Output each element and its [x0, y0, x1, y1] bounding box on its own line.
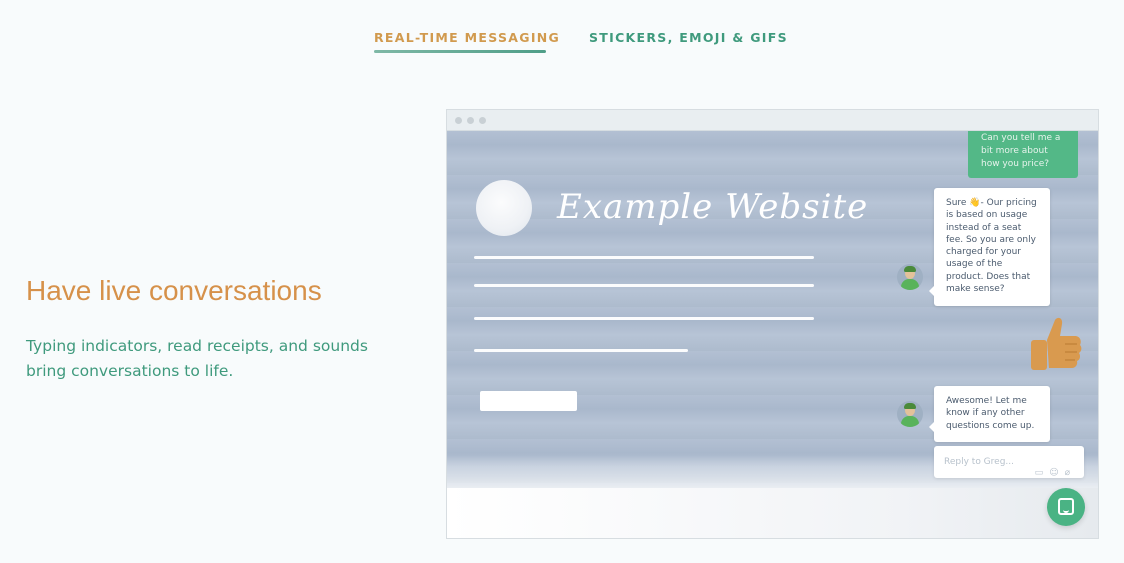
gif-icon[interactable]: ▭: [1035, 468, 1050, 478]
browser-toolbar: [447, 110, 1098, 131]
button-placeholder: [480, 391, 577, 411]
reply-input[interactable]: Reply to Greg... ▭☺⌀: [934, 446, 1084, 478]
window-dot-icon: [479, 117, 486, 124]
messenger-launcher-button[interactable]: [1047, 488, 1085, 526]
website-footer-area: [447, 488, 1098, 538]
window-dot-icon: [455, 117, 462, 124]
reply-placeholder: Reply to Greg...: [944, 457, 1014, 467]
website-logo-placeholder: [476, 180, 532, 236]
user-message-bubble: Can you tell me a bit more about how you…: [968, 131, 1078, 178]
active-tab-underline: [374, 50, 546, 53]
reply-icons: ▭☺⌀: [1035, 457, 1076, 489]
browser-mockup: Example Website Can you tell me a bit mo…: [446, 109, 1099, 539]
feature-headline: Have live conversations: [26, 275, 322, 306]
agent-message-bubble: Awesome! Let me know if any other questi…: [929, 386, 1050, 442]
tab-stickers-emoji-gifs[interactable]: STICKERS, EMOJI & GIFS: [589, 30, 788, 45]
text-line-placeholder: [474, 349, 688, 352]
tab-real-time-messaging[interactable]: REAL-TIME MESSAGING: [374, 30, 561, 53]
website-title: Example Website: [557, 187, 869, 227]
chat-icon: [1058, 498, 1074, 515]
text-line-placeholder: [474, 256, 814, 259]
window-dot-icon: [467, 117, 474, 124]
text-line-placeholder: [474, 317, 814, 320]
text-line-placeholder: [474, 284, 814, 287]
agent-message-bubble: Sure 👋- Our pricing is based on usage in…: [929, 188, 1050, 306]
agent-avatar: [897, 264, 923, 290]
tab-label: STICKERS, EMOJI & GIFS: [589, 30, 788, 45]
attachment-icon[interactable]: ⌀: [1065, 468, 1076, 478]
thumbs-up-sticker-icon: [1031, 317, 1082, 370]
agent-avatar: [897, 401, 923, 427]
tab-label: REAL-TIME MESSAGING: [374, 30, 561, 45]
feature-description: Typing indicators, read receipts, and so…: [26, 337, 368, 380]
feature-tabs: REAL-TIME MESSAGING STICKERS, EMOJI & GI…: [0, 30, 1124, 60]
emoji-icon[interactable]: ☺: [1049, 468, 1064, 478]
